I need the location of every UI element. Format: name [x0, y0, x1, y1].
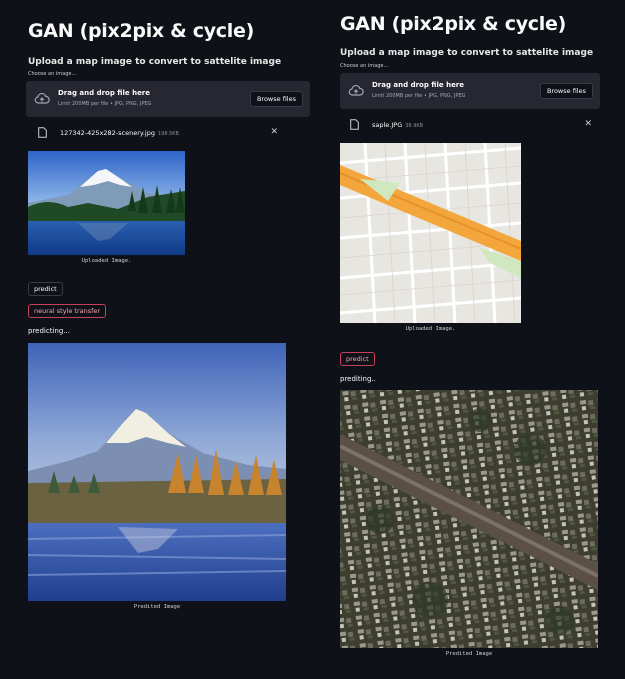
file-name: saple.JPG [372, 121, 403, 129]
status-text: predicting... [28, 327, 70, 335]
browse-files-button[interactable]: Browse files [249, 91, 303, 107]
cloud-upload-icon [348, 84, 364, 96]
uploaded-file-row: saple.JPG 38.9KB ✕ [340, 118, 592, 134]
uploaded-file-row: 127342-425x282-scenery.jpg 198.5KB ✕ [28, 126, 278, 142]
uploaded-image [28, 151, 185, 255]
file-dropzone[interactable]: Drag and drop file here Limit 200MB per … [340, 73, 600, 109]
dropzone-main-text: Drag and drop file here [372, 81, 465, 89]
status-text: prediting.. [340, 375, 376, 383]
page-title: GAN (pix2pix & cycle) [340, 13, 566, 35]
choose-image-label: Choose an image... [28, 71, 77, 77]
close-icon[interactable]: ✕ [584, 119, 592, 129]
file-icon [350, 119, 359, 130]
predicted-image [340, 390, 598, 648]
page-title: GAN (pix2pix & cycle) [28, 20, 254, 42]
dropzone-limit-text: Limit 200MB per file • JPG, PNG, JPEG [58, 101, 152, 107]
file-icon [38, 127, 47, 138]
file-name: 127342-425x282-scenery.jpg [60, 129, 155, 137]
predict-button[interactable]: predict [340, 352, 375, 366]
neural-style-transfer-button[interactable]: neural style transfer [28, 304, 107, 318]
choose-image-label: Choose an image... [340, 63, 389, 69]
right-panel: GAN (pix2pix & cycle) Upload a map image… [340, 0, 602, 657]
predict-button[interactable]: predict [28, 282, 63, 296]
upload-label: Upload a map image to convert to satteli… [340, 48, 594, 58]
file-dropzone[interactable]: Drag and drop file here Limit 200MB per … [26, 81, 310, 117]
browse-files-button[interactable]: Browse files [539, 83, 593, 99]
uploaded-image [340, 143, 521, 323]
dropzone-main-text: Drag and drop file here [58, 89, 151, 97]
predicted-image [28, 343, 286, 601]
predicted-image-caption: Predited Image [445, 651, 493, 657]
cloud-upload-icon [34, 92, 50, 104]
left-panel: GAN (pix2pix & cycle) Upload a map image… [26, 0, 310, 610]
file-size: 38.9KB [405, 123, 424, 129]
predicted-image-caption: Predited Image [133, 604, 181, 610]
upload-label: Upload a map image to convert to satteli… [28, 57, 282, 67]
dropzone-limit-text: Limit 200MB per file • JPG, PNG, JPEG [372, 93, 466, 99]
file-size: 198.5KB [157, 131, 179, 137]
close-icon[interactable]: ✕ [270, 127, 278, 137]
